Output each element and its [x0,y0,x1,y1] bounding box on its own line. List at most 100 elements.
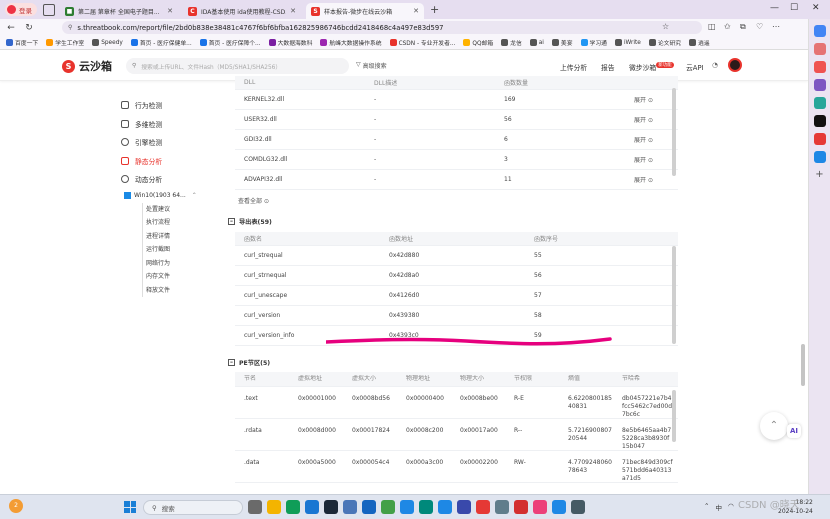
edge-icon[interactable] [286,500,300,514]
close-tab-icon[interactable]: ✕ [413,7,419,15]
bookmark-item[interactable]: ai [529,39,544,46]
app-icon[interactable] [438,500,452,514]
app-k-icon[interactable] [343,500,357,514]
app-icon[interactable] [400,500,414,514]
app-icon[interactable] [571,500,585,514]
bookmark-item[interactable]: 龙信 [501,38,522,47]
ime-indicator[interactable]: 中 [715,502,722,512]
exports-section-header[interactable]: – 导出表(59) [228,217,272,226]
close-tab-icon[interactable]: ✕ [167,7,173,15]
pe-scrollbar[interactable] [672,390,676,442]
export-scrollbar[interactable] [672,246,676,344]
expand-button[interactable]: 展开 ⊙ [625,115,653,124]
bookmark-item[interactable]: 航峰大数据操作系统 [320,38,382,47]
submenu-item[interactable]: 进程详情 [146,230,206,244]
site-logo[interactable]: S 云沙箱 [62,58,112,74]
app-icon[interactable] [552,500,566,514]
bell-icon[interactable]: ◔ [712,61,718,69]
bookmark-item[interactable]: CSDN - 专业开发者... [389,38,455,47]
bookmark-item[interactable]: Speedy [92,39,123,46]
close-tab-icon[interactable]: ✕ [290,7,296,15]
import-scrollbar[interactable] [672,88,676,176]
bookmark-item[interactable]: 首页 - 医疗保健单... [130,38,192,47]
bookmark-item[interactable]: 美宴 [551,38,573,47]
bookmark-item[interactable]: 论文研究 [648,38,681,47]
upload-analysis-link[interactable]: 上传分析 [560,62,587,72]
wifi-icon[interactable]: ◠ [728,502,734,512]
refresh-icon[interactable]: ↻ [22,23,36,33]
star-icon[interactable]: ☆ [662,22,669,31]
collections-icon[interactable]: ⧉ [740,22,746,32]
advanced-search-link[interactable]: ▽ 高级搜索 [356,61,387,70]
maximize-icon[interactable]: ☐ [790,3,798,13]
tab-actions-icon[interactable] [43,3,55,16]
env-selector[interactable]: Win10(1903 64... ⌃ [118,189,206,203]
expand-button[interactable]: 展开 ⊙ [625,155,653,164]
sidebar-app-icon[interactable] [813,61,826,73]
wechat-icon[interactable] [381,500,395,514]
sidebar-app-icon[interactable] [813,97,826,109]
back-to-top-button[interactable]: ⌃ [760,412,788,440]
app-icon[interactable] [533,500,547,514]
profile-button[interactable]: 登录 [5,3,37,16]
bookmark-item[interactable]: iWrite [614,39,641,46]
sidebar-app-icon[interactable] [813,25,826,37]
pe-section-header[interactable]: – PE节区(5) [228,358,270,367]
ai-assistant-icon[interactable]: AI [787,424,801,438]
bookmark-item[interactable]: 大数据海数科 [268,38,312,47]
weibo-icon[interactable] [813,133,826,145]
bookmark-item[interactable]: 学生工作室 [46,38,84,47]
sidebar-item-behavior[interactable]: 行为检测 [118,96,206,115]
submenu-item[interactable]: 释放文件 [146,284,206,298]
favorites-icon[interactable]: ✩ [724,22,731,31]
app-icon[interactable] [457,500,471,514]
submenu-item[interactable]: 运行截图 [146,243,206,257]
bookmark-item[interactable]: 首页 - 医疗保障个... [199,38,261,47]
submenu-item[interactable]: 处置建议 [146,203,206,217]
submenu-item[interactable]: 网络行为 [146,257,206,271]
expand-button[interactable]: 展开 ⊙ [625,135,653,144]
url-field[interactable]: ⚲ s.threatbook.com/report/file/2bd0b838e… [62,21,702,34]
taskbar-search[interactable]: ⚲ 搜索 [143,500,243,515]
split-screen-icon[interactable]: ◫ [708,22,716,31]
new-tab-button[interactable]: + [430,3,439,16]
close-window-icon[interactable]: ✕ [812,3,820,13]
chevron-up-icon[interactable]: ⌃ [704,502,709,512]
start-button[interactable] [124,501,136,513]
app-icon[interactable] [495,500,509,514]
app-icon[interactable] [419,500,433,514]
submenu-item[interactable]: 内存文件 [146,270,206,284]
bookmark-item[interactable]: QQ邮箱 [463,38,493,47]
app-k2-icon[interactable] [362,500,376,514]
tab-1[interactable]: ■ 第二届 第章杯 全国电子题目... ✕ [60,3,178,19]
weibu-sandbox-link[interactable]: 微步沙箱 新功能 [629,62,674,72]
more-icon[interactable]: ⋯ [772,22,780,31]
sidebar-item-engine[interactable]: 引擎检测 [118,133,206,152]
edge-dev-icon[interactable] [305,500,319,514]
submenu-item[interactable]: 执行流程 [146,216,206,230]
file-explorer-icon[interactable] [267,500,281,514]
bookmark-item[interactable]: 学习通 [580,38,607,47]
back-icon[interactable]: ← [4,23,18,33]
sidebar-app-icon[interactable] [813,43,826,55]
add-icon[interactable]: + [814,169,826,181]
tiktok-icon[interactable] [813,115,826,127]
bookmark-item[interactable]: 逍遥 [689,38,710,47]
site-search-input[interactable]: ⚲ 搜索或上传URL、文件Hash（MD5/SHA1/SHA256） [126,58,349,74]
report-link[interactable]: 报告 [601,62,615,72]
lock-icon[interactable]: ⚲ [68,24,72,31]
tab-3-active[interactable]: S 样本报告-微步在线云沙箱 ✕ [306,3,424,19]
chrome-icon[interactable] [476,500,490,514]
tab-2[interactable]: C IDA基本使用 ida使用教程-CSD... ✕ [183,3,301,19]
wps-icon[interactable] [514,500,528,514]
weather-widget[interactable]: 2 [9,499,23,513]
extensions-icon[interactable]: ♡ [756,22,763,31]
page-scrollbar-thumb[interactable] [801,344,805,386]
task-view-icon[interactable] [248,500,262,514]
expand-button[interactable]: 展开 ⊙ [625,95,653,104]
sidebar-app-icon[interactable] [813,79,826,91]
steam-icon[interactable] [324,500,338,514]
view-all-link[interactable]: 查看全部 ⊙ [238,196,269,205]
sidebar-item-static[interactable]: 静态分析 [118,152,206,171]
sidebar-item-dynamic[interactable]: 动态分析 [118,170,206,189]
